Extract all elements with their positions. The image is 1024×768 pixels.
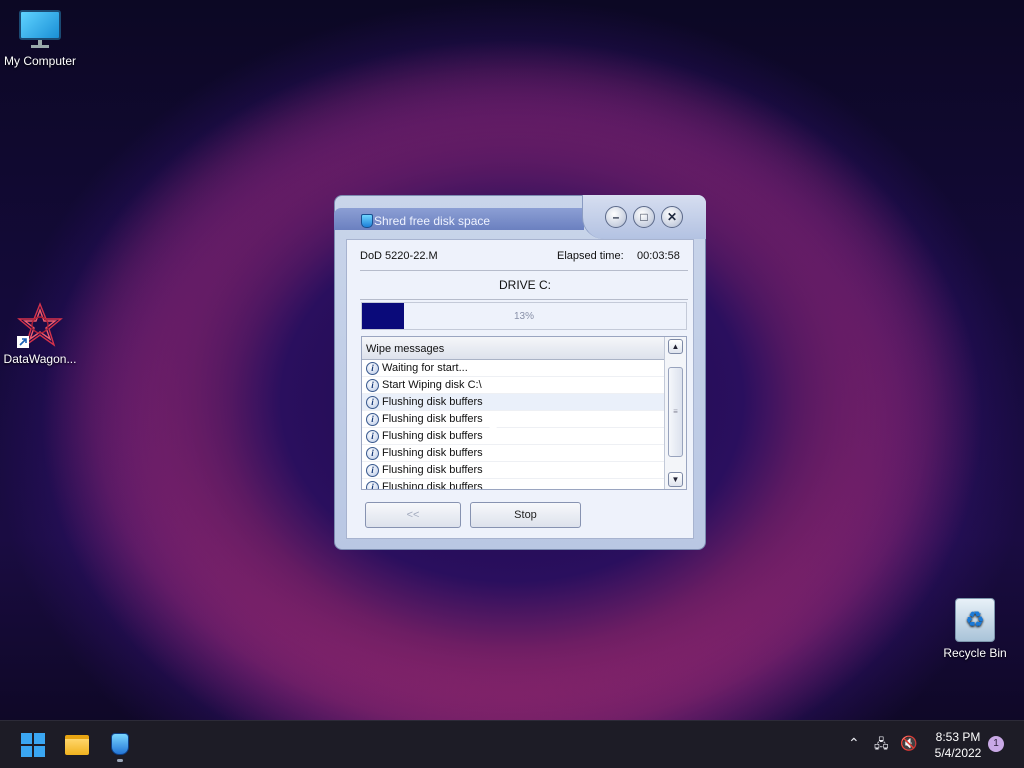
datawagon-logo-icon <box>17 302 63 348</box>
back-button[interactable]: << <box>365 502 461 528</box>
scroll-up-button[interactable]: ▲ <box>668 339 683 354</box>
list-item[interactable]: i Flushing disk buffers <box>362 394 664 411</box>
minimize-button[interactable]: – <box>605 206 627 228</box>
desktop-icon-datawagon[interactable]: DataWagon... <box>0 302 80 366</box>
desktop-icon-label: DataWagon... <box>3 352 77 366</box>
list-item[interactable]: i Flushing disk buffers <box>362 479 664 490</box>
active-app-indicator <box>117 759 123 762</box>
list-item[interactable]: i Flushing disk buffers <box>362 411 664 428</box>
list-item[interactable]: i Flushing disk buffers <box>362 462 664 479</box>
message-text: Flushing disk buffers <box>382 464 483 476</box>
message-text: Flushing disk buffers <box>382 447 483 459</box>
shredder-icon <box>361 214 373 228</box>
stop-button[interactable]: Stop <box>470 502 581 528</box>
desktop-icon-my-computer[interactable]: My Computer <box>0 10 80 68</box>
info-icon: i <box>366 480 379 489</box>
desktop-icon-label: Recycle Bin <box>943 646 1007 660</box>
wipe-messages-list: Wipe messages i Waiting for start... i Star… <box>361 336 687 490</box>
monitor-icon <box>19 10 61 50</box>
clock-time: 8:53 PM <box>935 730 981 744</box>
divider <box>360 270 688 271</box>
window-title: Shred free disk space <box>374 214 491 228</box>
progress-bar: 13% <box>361 302 687 330</box>
list-item[interactable]: i Flushing disk buffers <box>362 445 664 462</box>
message-text: Flushing disk buffers <box>382 413 483 425</box>
message-text: Flushing disk buffers <box>382 481 483 490</box>
window-controls: – □ ✕ <box>582 195 706 239</box>
list-item[interactable]: i Flushing disk buffers <box>362 428 664 445</box>
taskbar: ⌃ 🖧 🔇 <box>0 720 1024 768</box>
message-text: Waiting for start... <box>382 362 468 374</box>
message-text: Flushing disk buffers <box>382 430 483 442</box>
list-item[interactable]: i Waiting for start... <box>362 360 664 377</box>
divider <box>360 299 688 300</box>
recycle-bin-icon: ♻ <box>955 598 995 642</box>
maximize-button[interactable]: □ <box>633 206 655 228</box>
start-button[interactable] <box>21 733 45 757</box>
messages-header[interactable]: Wipe messages <box>362 337 664 360</box>
shred-window: Shred free disk space – □ ✕ DoD 5220-22.… <box>334 195 706 550</box>
info-icon: i <box>366 412 379 426</box>
system-clock[interactable]: 8:53 PM 5/4/2022 <box>926 729 990 761</box>
network-icon[interactable]: 🖧 <box>874 735 889 757</box>
elapsed-label: Elapsed time: <box>557 250 624 262</box>
chevron-up-icon[interactable]: ⌃ <box>848 735 860 752</box>
messages-list-body: i Waiting for start... i Start Wiping disk … <box>362 360 664 490</box>
message-text: Flushing disk buffers <box>382 396 483 408</box>
desktop-icon-label: My Computer <box>3 54 77 68</box>
clock-date: 5/4/2022 <box>934 746 982 760</box>
scroll-thumb[interactable]: ≡ <box>668 367 683 457</box>
info-icon: i <box>366 446 379 460</box>
close-button[interactable]: ✕ <box>661 206 683 228</box>
elapsed-time: 00:03:58 <box>637 250 680 262</box>
shredder-taskbar-icon[interactable] <box>111 733 129 755</box>
desktop-icon-recycle-bin[interactable]: ♻ Recycle Bin <box>935 598 1015 660</box>
scroll-down-button[interactable]: ▼ <box>668 472 683 487</box>
info-icon: i <box>366 378 379 392</box>
volume-muted-icon[interactable]: 🔇 <box>900 735 917 752</box>
window-client: DoD 5220-22.M Elapsed time: 00:03:58 DRI… <box>346 239 694 539</box>
progress-percent: 13% <box>513 311 534 322</box>
info-icon: i <box>366 361 379 375</box>
info-icon: i <box>366 429 379 443</box>
scrollbar[interactable]: ▲ ≡ ▼ <box>664 337 686 489</box>
file-explorer-icon[interactable] <box>65 735 89 755</box>
notification-badge[interactable]: 1 <box>988 736 1004 752</box>
message-text: Start Wiping disk C:\ <box>382 379 482 391</box>
drive-label: DRIVE C: <box>498 278 551 292</box>
info-icon: i <box>366 395 379 409</box>
wipe-method: DoD 5220-22.M <box>360 250 438 262</box>
list-item[interactable]: i Start Wiping disk C:\ <box>362 377 664 394</box>
info-icon: i <box>366 463 379 477</box>
